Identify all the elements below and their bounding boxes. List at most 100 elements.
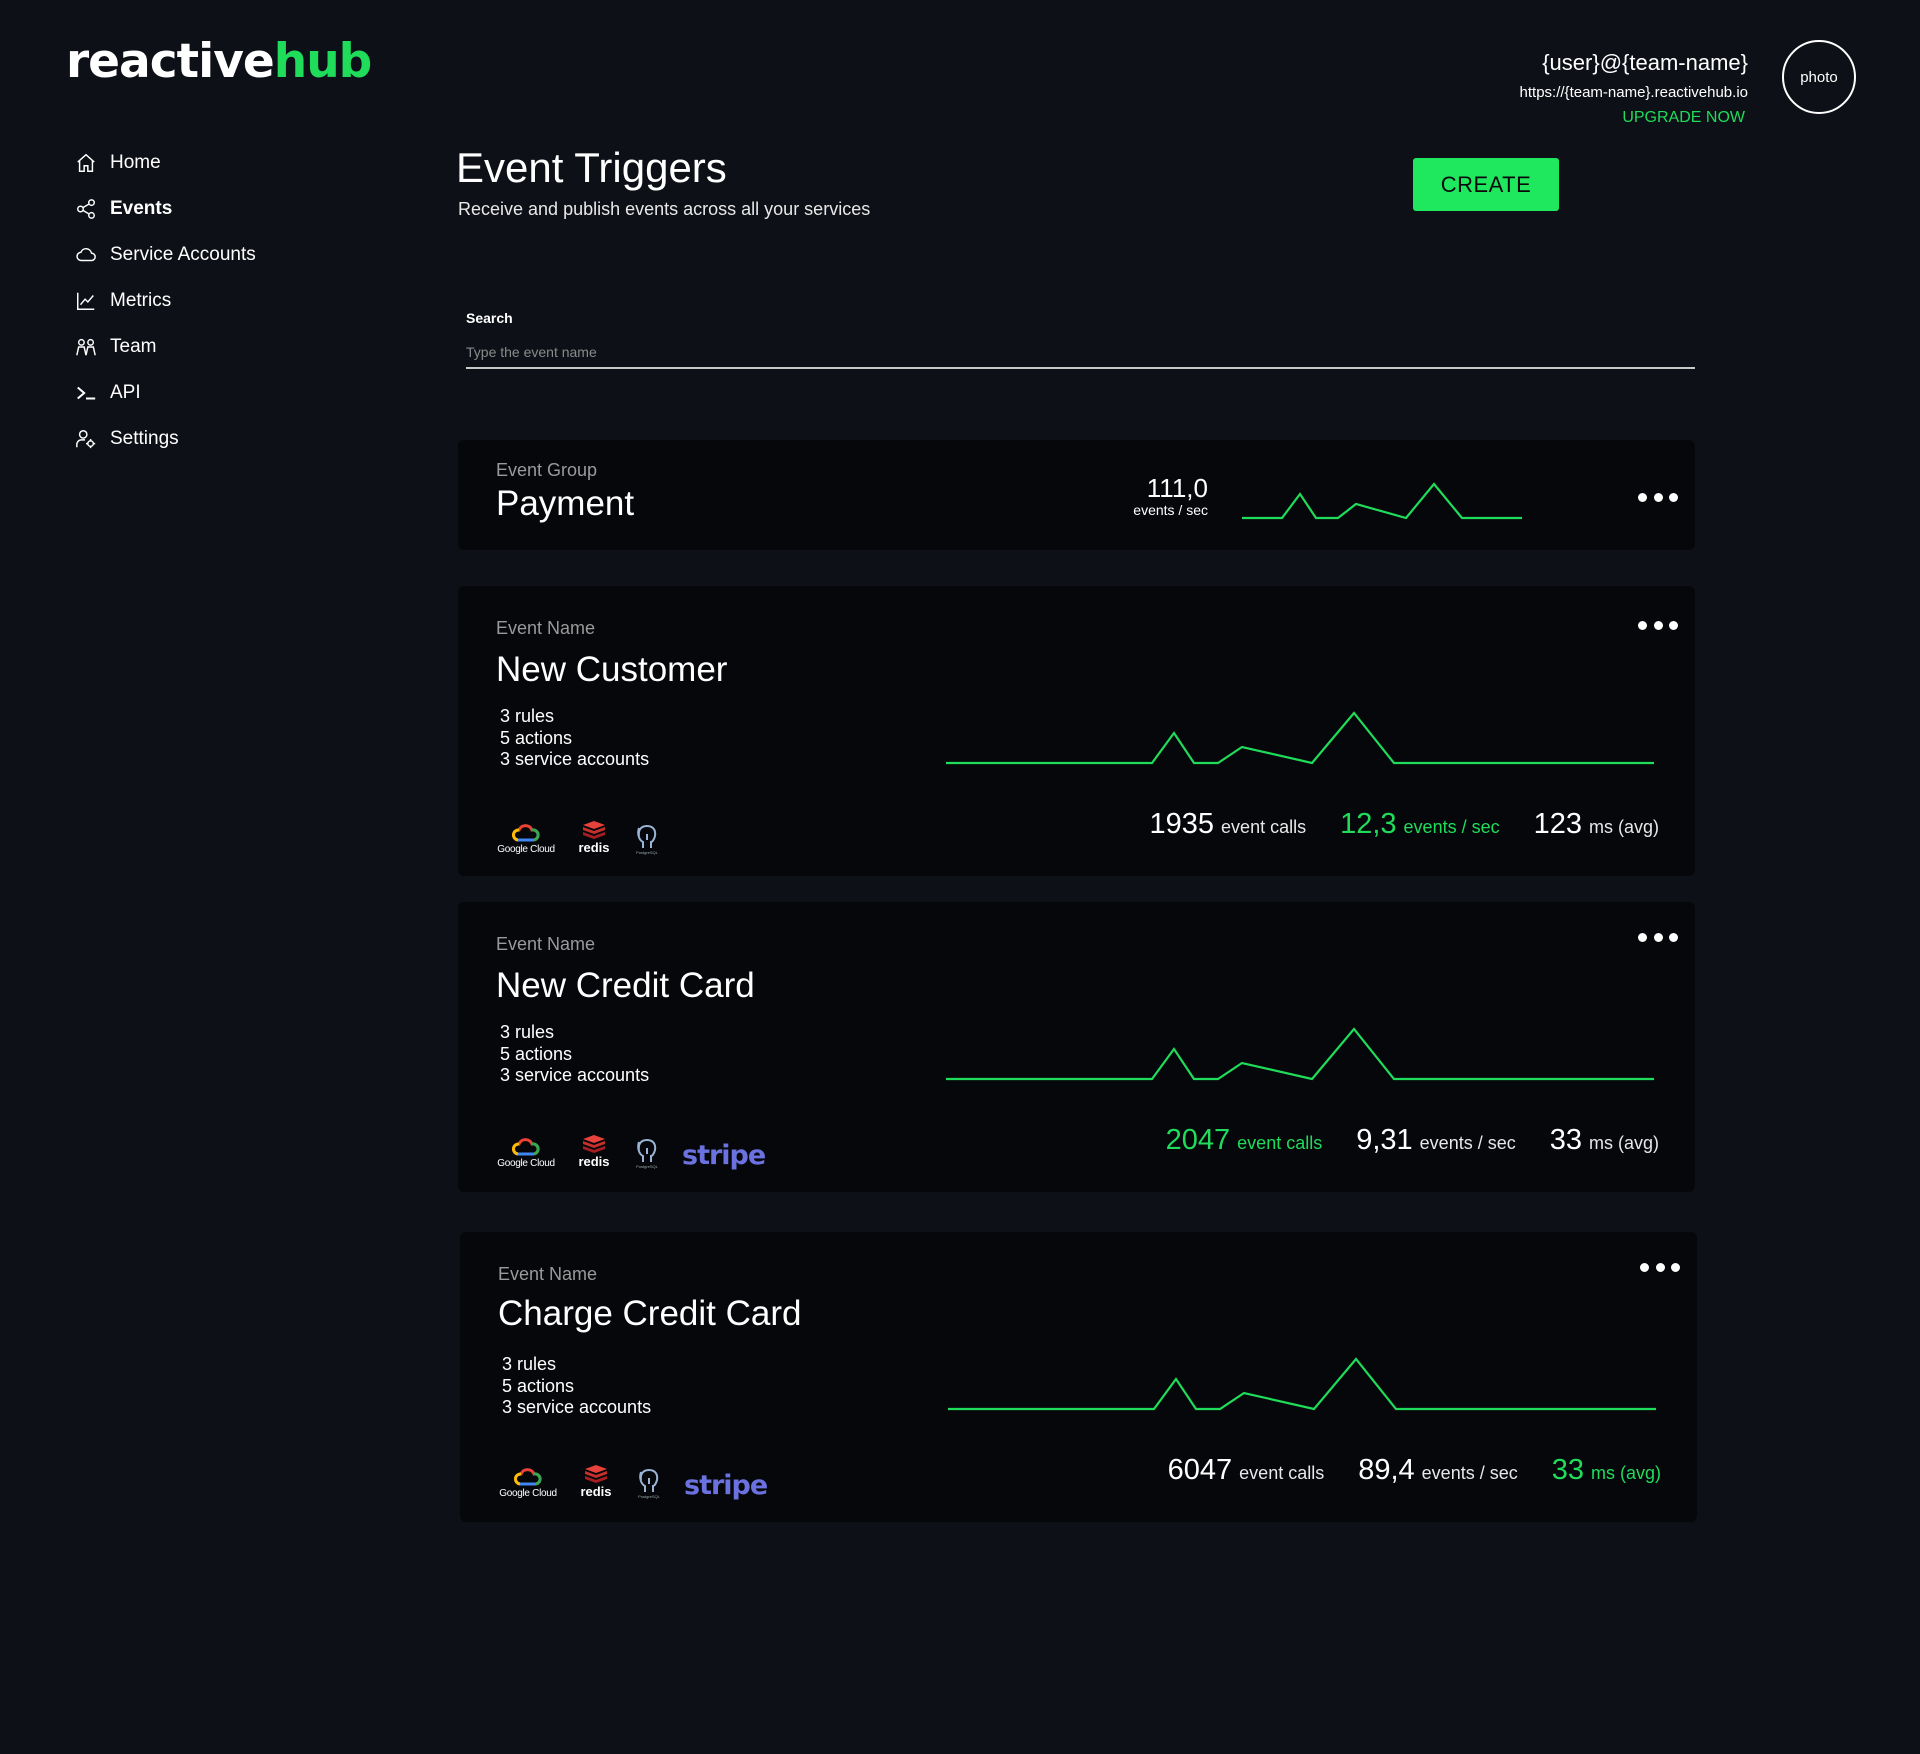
service-logos: Google Cloud redis PostgreSQL stripe <box>496 1464 768 1501</box>
event-card[interactable]: Event Name Charge Credit Card 3 rules 5 … <box>460 1232 1697 1522</box>
user-settings-icon <box>74 427 98 451</box>
event-stats: 1935 event calls 12,3 events / sec 123 m… <box>1116 808 1659 841</box>
redis-logo: redis <box>576 820 612 855</box>
redis-icon <box>583 821 605 839</box>
sidebar-item-service-accounts[interactable]: Service Accounts <box>74 232 256 278</box>
event-meta: 3 rules 5 actions 3 service accounts <box>500 1022 649 1087</box>
upgrade-link[interactable]: UPGRADE NOW <box>1622 109 1745 127</box>
team-icon <box>74 335 98 359</box>
sidebar-item-label: Service Accounts <box>110 244 256 265</box>
google-cloud-logo: Google Cloud <box>496 1468 560 1499</box>
event-calls-stat: 6047 event calls <box>1168 1454 1325 1487</box>
more-icon[interactable] <box>1640 1260 1680 1274</box>
logo-hub: hub <box>273 34 373 89</box>
stripe-logo: stripe <box>684 1470 768 1501</box>
event-actions: 5 actions <box>502 1375 575 1396</box>
event-sparkline <box>946 1027 1654 1081</box>
sidebar-item-metrics[interactable]: Metrics <box>74 278 256 324</box>
event-rate-unit: events / sec <box>1421 1463 1518 1483</box>
event-actions: 5 actions <box>500 1043 573 1064</box>
sidebar-item-label: Home <box>110 152 161 173</box>
sidebar-item-home[interactable]: Home <box>74 140 256 186</box>
more-icon[interactable] <box>1638 618 1678 632</box>
postgresql-logo: PostgreSQL <box>632 1468 666 1499</box>
stripe-logo: stripe <box>682 1140 766 1171</box>
sidebar-item-events[interactable]: Events <box>74 186 256 232</box>
sidebar-item-label: Settings <box>110 428 179 449</box>
postgresql-logo: PostgreSQL <box>630 824 664 855</box>
google-cloud-logo: Google Cloud <box>494 824 558 855</box>
logo[interactable]: reactivehub <box>66 34 373 89</box>
profile-user: {user}@{team-name} <box>1542 50 1748 75</box>
postgresql-text: PostgreSQL <box>636 850 658 855</box>
event-card[interactable]: Event Name New Customer 3 rules 5 action… <box>458 586 1695 876</box>
redis-text: redis <box>580 1484 612 1499</box>
google-cloud-text: Google Cloud <box>497 844 555 855</box>
redis-text: redis <box>578 1154 610 1169</box>
google-cloud-icon <box>512 1138 540 1156</box>
profile-url[interactable]: https://{team-name}.reactivehub.io <box>1520 84 1748 101</box>
event-service-accounts: 3 service accounts <box>500 1065 650 1085</box>
event-group-rate-unit: events / sec <box>1133 502 1208 518</box>
event-group-rate-value: 111,0 <box>1146 473 1208 503</box>
postgresql-elephant-icon <box>639 1469 659 1492</box>
sidebar-item-label: Team <box>110 336 157 357</box>
redis-logo: redis <box>576 1134 612 1169</box>
event-rate-stat: 12,3 events / sec <box>1340 808 1500 841</box>
redis-icon <box>583 1135 605 1153</box>
event-latency-value: 33 <box>1549 1124 1582 1156</box>
event-service-accounts: 3 service accounts <box>500 749 650 769</box>
event-sparkline <box>946 711 1654 765</box>
event-latency-unit: ms (avg) <box>1590 1463 1661 1483</box>
more-icon[interactable] <box>1638 930 1678 944</box>
redis-text: redis <box>578 840 610 855</box>
event-rules: 3 rules <box>500 1022 555 1042</box>
google-cloud-logo: Google Cloud <box>494 1138 558 1169</box>
event-group-rate: 111,0 events / sec <box>1108 473 1208 518</box>
event-latency-unit: ms (avg) <box>1588 817 1659 837</box>
event-group-name: Payment <box>496 484 635 523</box>
event-rate-stat: 9,31 events / sec <box>1356 1124 1516 1157</box>
sidebar-item-team[interactable]: Team <box>74 324 256 370</box>
event-group-label: Event Group <box>496 460 598 480</box>
event-group-card[interactable]: Event Group Payment 111,0 events / sec <box>458 440 1695 550</box>
event-latency-value: 123 <box>1533 808 1582 840</box>
page-subtitle: Receive and publish events across all yo… <box>458 199 871 219</box>
event-actions: 5 actions <box>500 727 573 748</box>
event-name: Charge Credit Card <box>498 1294 802 1333</box>
avatar[interactable]: photo <box>1782 40 1856 114</box>
sidebar-item-label: Events <box>110 198 173 219</box>
event-rate-stat: 89,4 events / sec <box>1358 1454 1518 1487</box>
google-cloud-icon <box>512 824 540 842</box>
event-calls-unit: event calls <box>1239 1463 1325 1483</box>
sidebar-item-settings[interactable]: Settings <box>74 416 256 462</box>
event-latency-unit: ms (avg) <box>1588 1133 1659 1153</box>
google-cloud-text: Google Cloud <box>497 1158 555 1169</box>
google-cloud-text: Google Cloud <box>499 1488 557 1499</box>
sidebar-item-label: Metrics <box>110 290 172 311</box>
service-logos: Google Cloud redis PostgreSQL <box>494 820 664 855</box>
event-meta: 3 rules 5 actions 3 service accounts <box>502 1354 651 1419</box>
event-rate-value: 9,31 <box>1356 1124 1413 1156</box>
sidebar-item-api[interactable]: API <box>74 370 256 416</box>
postgresql-elephant-icon <box>637 825 657 848</box>
event-label: Event Name <box>496 618 596 638</box>
event-rate-value: 89,4 <box>1358 1454 1415 1486</box>
event-calls-unit: event calls <box>1221 817 1307 837</box>
event-service-accounts: 3 service accounts <box>502 1397 652 1417</box>
event-latency-stat: 123 ms (avg) <box>1534 808 1659 841</box>
event-card[interactable]: Event Name New Credit Card 3 rules 5 act… <box>458 902 1695 1192</box>
event-name: New Credit Card <box>496 966 755 1005</box>
event-latency-value: 33 <box>1551 1454 1584 1486</box>
more-icon[interactable] <box>1638 490 1678 504</box>
logo-reactive: reactive <box>66 34 275 89</box>
redis-logo: redis <box>578 1464 614 1499</box>
search-input[interactable] <box>466 337 1695 369</box>
postgresql-elephant-icon <box>637 1139 657 1162</box>
event-rules: 3 rules <box>502 1354 557 1374</box>
event-rate-unit: events / sec <box>1419 1133 1516 1153</box>
event-meta: 3 rules 5 actions 3 service accounts <box>500 706 649 771</box>
create-button[interactable]: CREATE <box>1413 158 1559 211</box>
event-stats: 2047 event calls 9,31 events / sec 33 ms… <box>1132 1124 1659 1157</box>
postgresql-text: PostgreSQL <box>636 1164 658 1169</box>
